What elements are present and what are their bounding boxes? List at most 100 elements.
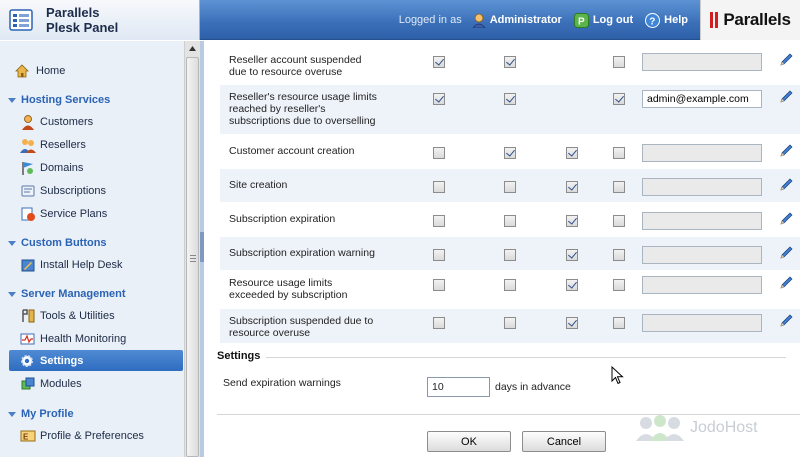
notification-name: Reseller account suspended due to resourc… — [229, 54, 362, 78]
main-content: Reseller account suspended due to resourc… — [204, 41, 800, 457]
notification-name-line: reached by reseller's — [229, 103, 326, 115]
logo-bar-2 — [715, 12, 719, 28]
notify-checkbox[interactable] — [433, 147, 445, 159]
edit-pencil-icon[interactable] — [778, 275, 794, 291]
notify-checkbox[interactable] — [433, 279, 445, 291]
notify-checkbox[interactable] — [504, 317, 516, 329]
notify-checkbox[interactable] — [566, 279, 578, 291]
notification-name-line: subscriptions due to overselling — [229, 115, 376, 127]
notify-checkbox[interactable] — [504, 147, 516, 159]
sidebar-item-customers[interactable]: Customers — [0, 111, 184, 133]
notify-checkbox[interactable] — [504, 215, 516, 227]
email-field[interactable] — [642, 212, 762, 230]
notify-checkbox[interactable] — [504, 56, 516, 68]
notify-checkbox[interactable] — [566, 181, 578, 193]
parallels-logo: Parallels — [700, 0, 800, 40]
days-in-advance-input[interactable]: 10 — [427, 377, 490, 397]
edit-pencil-icon[interactable] — [778, 245, 794, 261]
email-field[interactable] — [642, 246, 762, 264]
edit-pencil-icon[interactable] — [778, 177, 794, 193]
sidebar-item-home[interactable]: Home — [0, 60, 184, 82]
table-row: Resource usage limits exceeded by subscri… — [220, 271, 800, 308]
email-field[interactable] — [642, 276, 762, 294]
table-row: Reseller's resource usage limits reached … — [220, 85, 800, 134]
section-custom-buttons[interactable]: Custom Buttons — [8, 237, 107, 249]
section-server-management[interactable]: Server Management — [8, 288, 126, 300]
help-link[interactable]: ? Help — [645, 12, 688, 28]
notify-checkbox[interactable] — [566, 249, 578, 261]
help-icon: ? — [645, 12, 661, 28]
notify-checkbox[interactable] — [566, 215, 578, 227]
ok-button[interactable]: OK — [427, 431, 511, 452]
subscriptions-icon — [21, 185, 35, 197]
sidebar-item-label: Resellers — [40, 139, 86, 151]
logged-in-label: Logged in as — [398, 14, 462, 26]
sidebar-item-label: Settings — [40, 355, 84, 367]
sidebar-item-modules[interactable]: Modules — [0, 373, 184, 395]
notify-checkbox[interactable] — [613, 279, 625, 291]
notify-checkbox[interactable] — [433, 215, 445, 227]
email-field[interactable] — [642, 144, 762, 162]
sidebar-scrollbar[interactable] — [184, 41, 200, 457]
email-field[interactable] — [642, 178, 762, 196]
mouse-cursor-icon — [611, 366, 624, 385]
notify-checkbox[interactable] — [504, 181, 516, 193]
sidebar-item-subscriptions[interactable]: Subscriptions — [0, 180, 184, 202]
notify-checkbox[interactable] — [613, 181, 625, 193]
svg-text:?: ? — [649, 16, 655, 27]
notify-checkbox[interactable] — [613, 56, 625, 68]
email-field[interactable] — [642, 53, 762, 71]
plesk-logo-icon — [9, 9, 33, 31]
user-link[interactable]: Administrator — [472, 13, 562, 28]
email-field[interactable]: admin@example.com — [642, 90, 762, 108]
notify-checkbox[interactable] — [613, 249, 625, 261]
sidebar-item-install-help-desk[interactable]: Install Help Desk — [0, 254, 184, 276]
notify-checkbox[interactable] — [433, 56, 445, 68]
section-my-profile[interactable]: My Profile — [8, 408, 74, 420]
sidebar-item-settings[interactable]: Settings — [9, 350, 183, 371]
table-row: Subscription expiration warning — [220, 237, 800, 270]
cancel-button[interactable]: Cancel — [522, 431, 606, 452]
notify-checkbox[interactable] — [433, 93, 445, 105]
section-hosting-services[interactable]: Hosting Services — [8, 94, 110, 106]
notify-checkbox[interactable] — [504, 93, 516, 105]
section-title: Hosting Services — [21, 94, 111, 106]
notify-checkbox[interactable] — [566, 147, 578, 159]
notify-checkbox[interactable] — [433, 249, 445, 261]
notify-checkbox[interactable] — [433, 181, 445, 193]
notification-name-line: Subscription suspended due to — [229, 315, 374, 327]
edit-pencil-icon[interactable] — [778, 143, 794, 159]
sidebar-item-label: Home — [36, 65, 66, 77]
sidebar-item-label: Modules — [40, 378, 82, 390]
customer-icon — [22, 115, 34, 130]
logout-link[interactable]: P Log out — [573, 12, 633, 28]
resellers-icon — [20, 139, 36, 153]
table-row: Customer account creation — [220, 135, 800, 168]
sidebar-item-domains[interactable]: Domains — [0, 157, 184, 179]
notify-checkbox[interactable] — [504, 249, 516, 261]
notify-checkbox[interactable] — [613, 147, 625, 159]
notify-checkbox[interactable] — [613, 317, 625, 329]
sidebar-item-service-plans[interactable]: Service Plans — [0, 203, 184, 225]
settings-heading: Settings — [217, 350, 261, 362]
edit-pencil-icon[interactable] — [778, 52, 794, 68]
notify-checkbox[interactable] — [613, 93, 625, 105]
brand-area[interactable]: Parallels Plesk Panel — [0, 0, 200, 40]
scroll-up-icon[interactable] — [185, 41, 200, 56]
sidebar: Home Hosting Services Customers Reseller… — [0, 41, 184, 457]
sidebar-item-tools-utilities[interactable]: Tools & Utilities — [0, 305, 184, 327]
edit-pencil-icon[interactable] — [778, 313, 794, 329]
edit-pencil-icon[interactable] — [778, 211, 794, 227]
sidebar-item-profile-preferences[interactable]: E Profile & Preferences — [0, 425, 184, 447]
svg-text:E: E — [23, 433, 29, 442]
notify-checkbox[interactable] — [504, 279, 516, 291]
notify-checkbox[interactable] — [433, 317, 445, 329]
notify-checkbox[interactable] — [613, 215, 625, 227]
scrollbar-thumb[interactable] — [186, 57, 199, 457]
notify-checkbox[interactable] — [566, 317, 578, 329]
email-field[interactable] — [642, 314, 762, 332]
sidebar-item-resellers[interactable]: Resellers — [0, 134, 184, 156]
edit-pencil-icon[interactable] — [778, 89, 794, 105]
sidebar-item-health-monitoring[interactable]: Health Monitoring — [0, 328, 184, 350]
brand-name: Parallels Plesk Panel — [46, 5, 118, 35]
